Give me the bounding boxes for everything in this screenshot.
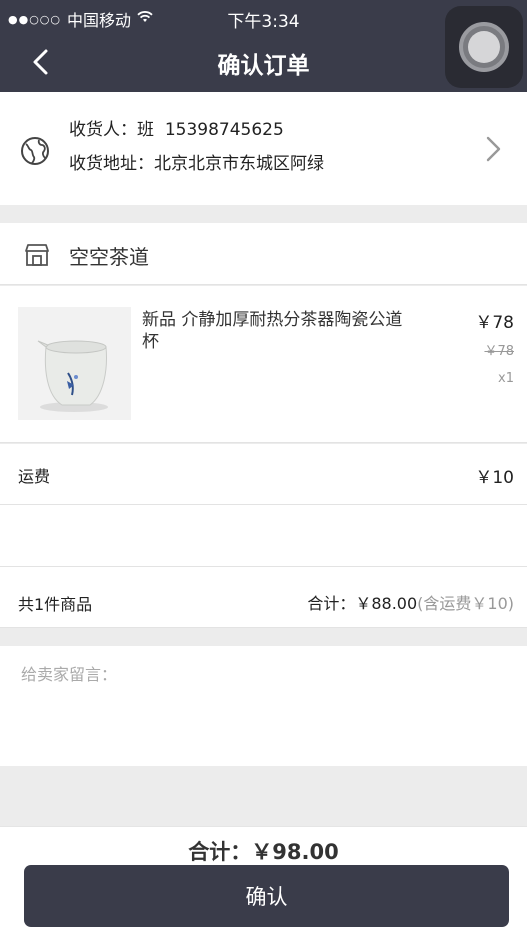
grand-total-label: 合计： xyxy=(188,840,252,864)
receiver-phone: 15398745625 xyxy=(164,120,284,140)
shipping-row: 运费 ￥10 xyxy=(0,444,527,505)
summary-total-value: ￥88.00 xyxy=(355,594,418,613)
product-quantity: x1 xyxy=(498,371,514,386)
message-placeholder: 给卖家留言： xyxy=(21,665,118,684)
order-summary-row: 共1件商品 合计：￥88.00(含运费￥10) xyxy=(0,567,527,628)
receiver-label: 收货人： xyxy=(69,120,137,140)
shop-name: 空空茶道 xyxy=(69,245,149,269)
top-bar: ●●○○○ 中国移动 下午3:34 确认订单 xyxy=(0,0,527,92)
blank-row xyxy=(0,505,527,567)
grand-total-value: ￥98.00 xyxy=(251,840,339,864)
chevron-right-icon xyxy=(482,133,504,169)
product-title: 新品 介静加厚耐热分茶器陶瓷公道杯 xyxy=(142,310,403,352)
address-label: 收货地址： xyxy=(69,154,154,174)
shipping-note: (含运费￥10) xyxy=(417,594,514,613)
item-count: 共1件商品 xyxy=(18,595,93,614)
assistive-touch-button[interactable] xyxy=(445,6,523,88)
globe-icon xyxy=(20,136,50,170)
summary-total: 合计：￥88.00(含运费￥10) xyxy=(307,590,514,614)
product-original-price: ￥78 xyxy=(484,344,514,359)
address-line: 收货地址：北京北京市东城区阿绿 xyxy=(69,149,324,174)
summary-total-label: 合计： xyxy=(307,594,356,613)
product-image[interactable] xyxy=(18,307,131,420)
receiver-name: 班 xyxy=(137,120,154,140)
store-icon xyxy=(24,243,50,271)
shipping-label: 运费 xyxy=(18,467,51,486)
address-value: 北京北京市东城区阿绿 xyxy=(154,154,324,174)
receiver-line: 收货人：班 15398745625 xyxy=(69,115,284,140)
confirm-button[interactable]: 确认 xyxy=(24,865,509,927)
product-price: ￥78 xyxy=(475,313,514,333)
shipping-value: ￥10 xyxy=(475,468,514,488)
grand-total: 合计：￥98.00 xyxy=(0,836,527,866)
assistive-touch-icon xyxy=(459,22,509,72)
